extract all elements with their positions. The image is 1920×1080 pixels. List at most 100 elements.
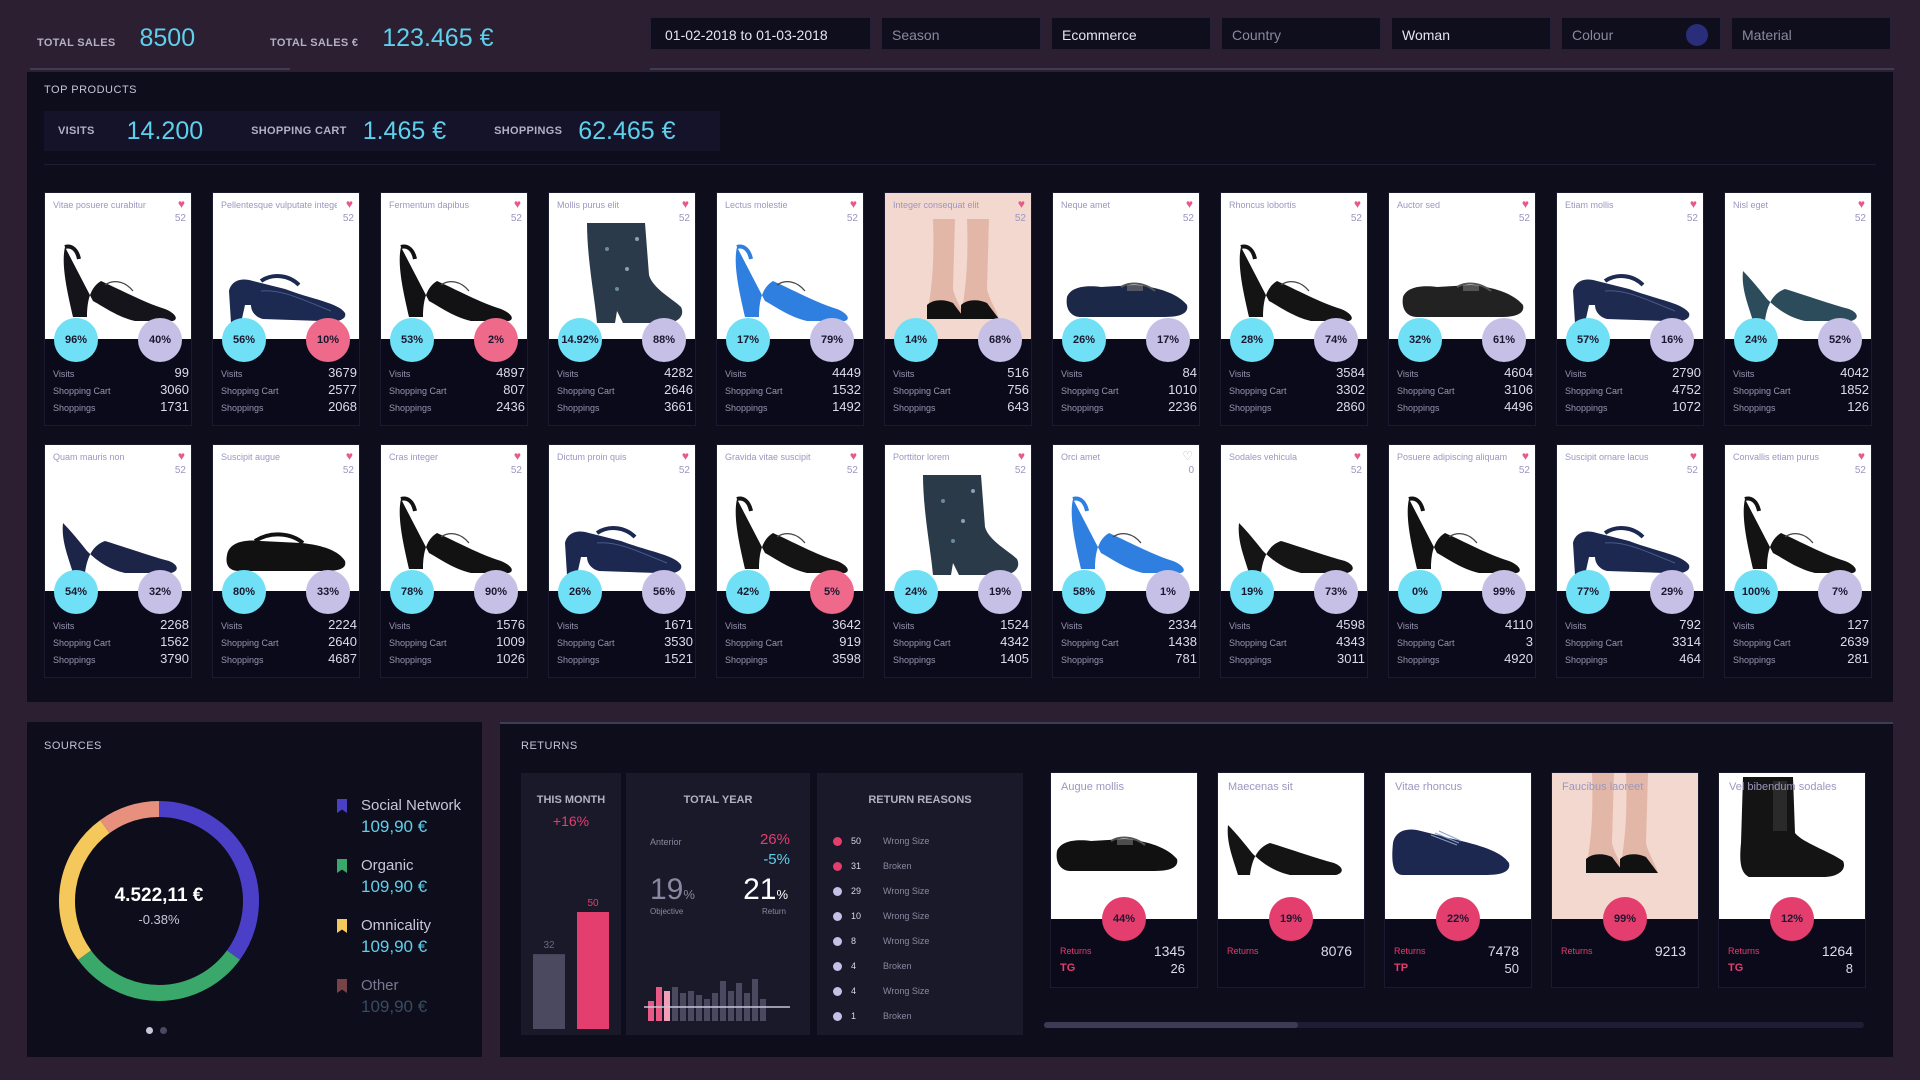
returns-product-card[interactable]: Vitae rhoncus 22% Returns 7478 TP 50 bbox=[1384, 772, 1532, 988]
shoppings-row-value: 2068 bbox=[328, 399, 357, 414]
product-card[interactable]: Vitae posuere curabitur ♥ 52 96% 40% Vis… bbox=[44, 192, 192, 426]
returns-product-card[interactable]: Vel bibendum sodales 12% Returns 1264 TG… bbox=[1718, 772, 1866, 988]
reason-text: Wrong Size bbox=[883, 886, 930, 896]
product-card[interactable]: Posuere adipiscing aliquam ♥ 52 0% 99% V… bbox=[1388, 444, 1536, 678]
heart-icon[interactable]: ♥ bbox=[682, 197, 689, 211]
filters-underline bbox=[650, 68, 1894, 70]
product-card[interactable]: Orci amet ♡ 0 58% 1% Visits 2334 Shopping… bbox=[1052, 444, 1200, 678]
product-stats: Visits 3584 Shopping Cart 3302 Shoppings 28… bbox=[1229, 365, 1365, 416]
conversion-badge: 17% bbox=[726, 318, 770, 362]
cart-row-label: Shopping Cart bbox=[1229, 638, 1287, 648]
product-name: Orci amet bbox=[1061, 452, 1101, 462]
likes-count: 52 bbox=[678, 213, 690, 224]
heart-icon[interactable]: ♥ bbox=[1186, 197, 1193, 211]
product-card[interactable]: Gravida vitae suscipit ♥ 52 42% 5% Visit… bbox=[716, 444, 864, 678]
returns-scrollbar[interactable] bbox=[1044, 1022, 1864, 1028]
heart-icon[interactable]: ♥ bbox=[514, 197, 521, 211]
heart-icon[interactable]: ♥ bbox=[1858, 197, 1865, 211]
cart-row-label: Shopping Cart bbox=[557, 638, 615, 648]
heart-icon[interactable]: ♥ bbox=[178, 449, 185, 463]
heart-icon[interactable]: ♥ bbox=[850, 449, 857, 463]
heart-icon[interactable]: ♥ bbox=[1018, 449, 1025, 463]
product-stats: Visits 1524 Shopping Cart 4342 Shoppings 14… bbox=[893, 617, 1029, 668]
heart-icon[interactable]: ♥ bbox=[1354, 449, 1361, 463]
returns-value: 9213 bbox=[1654, 943, 1686, 959]
heart-icon[interactable]: ♥ bbox=[346, 197, 353, 211]
donut-slice-other[interactable] bbox=[100, 801, 160, 834]
date-range-filter[interactable]: 01-02-2018 to 01-03-2018 bbox=[650, 17, 871, 50]
heart-icon[interactable]: ♡ bbox=[1182, 449, 1193, 463]
gender-filter[interactable]: Woman bbox=[1391, 17, 1551, 50]
scrollbar-thumb[interactable] bbox=[1044, 1022, 1298, 1028]
product-card[interactable]: Neque amet ♥ 52 26% 17% Visits 84 Shoppin… bbox=[1052, 192, 1200, 426]
returns-product-card[interactable]: Maecenas sit 19% Returns 8076 bbox=[1217, 772, 1365, 988]
size-tag-value: 50 bbox=[1504, 961, 1519, 976]
product-card[interactable]: Rhoncus lobortis ♥ 52 28% 74% Visits 3584… bbox=[1220, 192, 1368, 426]
shoppings-row: Shoppings 1072 bbox=[1565, 399, 1701, 416]
heart-icon[interactable]: ♥ bbox=[514, 449, 521, 463]
visits-row: Visits 4897 bbox=[389, 365, 525, 382]
donut-slice-social-network[interactable] bbox=[158, 801, 259, 960]
product-card[interactable]: Cras integer ♥ 52 78% 90% Visits 1576 Sho… bbox=[380, 444, 528, 678]
size-tag: TG bbox=[1728, 962, 1744, 974]
visits-row: Visits 1671 bbox=[557, 617, 693, 634]
product-card[interactable]: Mollis purus elit ♥ 52 14.92% 88% Visits… bbox=[548, 192, 696, 426]
product-card[interactable]: Auctor sed ♥ 52 32% 61% Visits 4604 Shopp… bbox=[1388, 192, 1536, 426]
returns-product-card[interactable]: Faucibus laoreet 99% Returns 9213 bbox=[1551, 772, 1699, 988]
returns-value: 8076 bbox=[1320, 943, 1352, 959]
shoe-image bbox=[923, 475, 1019, 575]
shoe-image bbox=[1407, 496, 1520, 573]
cart-row: Shopping Cart 4752 bbox=[1565, 382, 1701, 399]
heart-icon[interactable]: ♥ bbox=[682, 449, 689, 463]
sources-title: SOURCES bbox=[44, 740, 102, 752]
heart-icon[interactable]: ♥ bbox=[1690, 449, 1697, 463]
heart-icon[interactable]: ♥ bbox=[1522, 449, 1529, 463]
colour-filter[interactable]: Colour bbox=[1561, 17, 1721, 50]
product-name: Cras integer bbox=[389, 452, 439, 462]
season-filter[interactable]: Season bbox=[881, 17, 1041, 50]
heart-icon[interactable]: ♥ bbox=[1690, 197, 1697, 211]
product-card[interactable]: Quam mauris non ♥ 52 54% 32% Visits 2268 … bbox=[44, 444, 192, 678]
returns-product-card[interactable]: Augue mollis 44% Returns 1345 TG 26 bbox=[1050, 772, 1198, 988]
product-card[interactable]: Etiam mollis ♥ 52 57% 16% Visits 2790 Sho… bbox=[1556, 192, 1704, 426]
pager-dot[interactable] bbox=[160, 1027, 167, 1034]
heart-icon[interactable]: ♥ bbox=[1522, 197, 1529, 211]
product-card[interactable]: Fermentum dapibus ♥ 52 53% 2% Visits 4897… bbox=[380, 192, 528, 426]
shoe-image bbox=[1239, 244, 1352, 321]
heart-icon[interactable]: ♥ bbox=[1858, 449, 1865, 463]
product-card[interactable]: Porttitor lorem ♥ 52 24% 19% Visits 1524 … bbox=[884, 444, 1032, 678]
shoppings-row-label: Shoppings bbox=[1733, 403, 1776, 413]
likes-count: 52 bbox=[1350, 213, 1362, 224]
cart-row: Shopping Cart 807 bbox=[389, 382, 525, 399]
reason-dot bbox=[833, 837, 842, 846]
product-card[interactable]: Nisl eget ♥ 52 24% 52% Visits 4042 Shoppi… bbox=[1724, 192, 1872, 426]
product-card[interactable]: Convallis etiam purus ♥ 52 100% 7% Visit… bbox=[1724, 444, 1872, 678]
likes-count: 52 bbox=[1350, 465, 1362, 476]
rate-badge: 19% bbox=[978, 570, 1022, 614]
channel-filter[interactable]: Ecommerce bbox=[1051, 17, 1211, 50]
product-name: Posuere adipiscing aliquam bbox=[1397, 452, 1508, 462]
return-rate-badge: 19% bbox=[1269, 897, 1313, 941]
heart-icon[interactable]: ♥ bbox=[1018, 197, 1025, 211]
product-card[interactable]: Suscipit augue ♥ 52 80% 33% Visits 2224 S… bbox=[212, 444, 360, 678]
material-filter[interactable]: Material bbox=[1731, 17, 1891, 50]
heart-icon[interactable]: ♥ bbox=[178, 197, 185, 211]
donut-slice-organic[interactable] bbox=[78, 950, 240, 1001]
product-card[interactable]: Sodales vehicula ♥ 52 19% 73% Visits 4598… bbox=[1220, 444, 1368, 678]
shoppings-row-value: 126 bbox=[1847, 399, 1869, 414]
returns-title: RETURNS bbox=[521, 740, 578, 752]
cart-row: Shopping Cart 1010 bbox=[1061, 382, 1197, 399]
heart-icon[interactable]: ♥ bbox=[850, 197, 857, 211]
product-card[interactable]: Dictum proin quis ♥ 52 26% 56% Visits 167… bbox=[548, 444, 696, 678]
product-card[interactable]: Suscipit ornare lacus ♥ 52 77% 29% Visit… bbox=[1556, 444, 1704, 678]
country-filter[interactable]: Country bbox=[1221, 17, 1381, 50]
total-year-mini-bars bbox=[644, 979, 790, 1021]
pager-dot-active[interactable] bbox=[146, 1027, 153, 1034]
heart-icon[interactable]: ♥ bbox=[1354, 197, 1361, 211]
return-reason-item: 31 Broken bbox=[833, 859, 953, 879]
product-card[interactable]: Integer consequat elit ♥ 52 14% 68% Visi… bbox=[884, 192, 1032, 426]
product-card[interactable]: Pellentesque vulputate integer ♥ 52 56% … bbox=[212, 192, 360, 426]
product-card[interactable]: Lectus molestie ♥ 52 17% 79% Visits 4449 … bbox=[716, 192, 864, 426]
conversion-badge: 80% bbox=[222, 570, 266, 614]
heart-icon[interactable]: ♥ bbox=[346, 449, 353, 463]
